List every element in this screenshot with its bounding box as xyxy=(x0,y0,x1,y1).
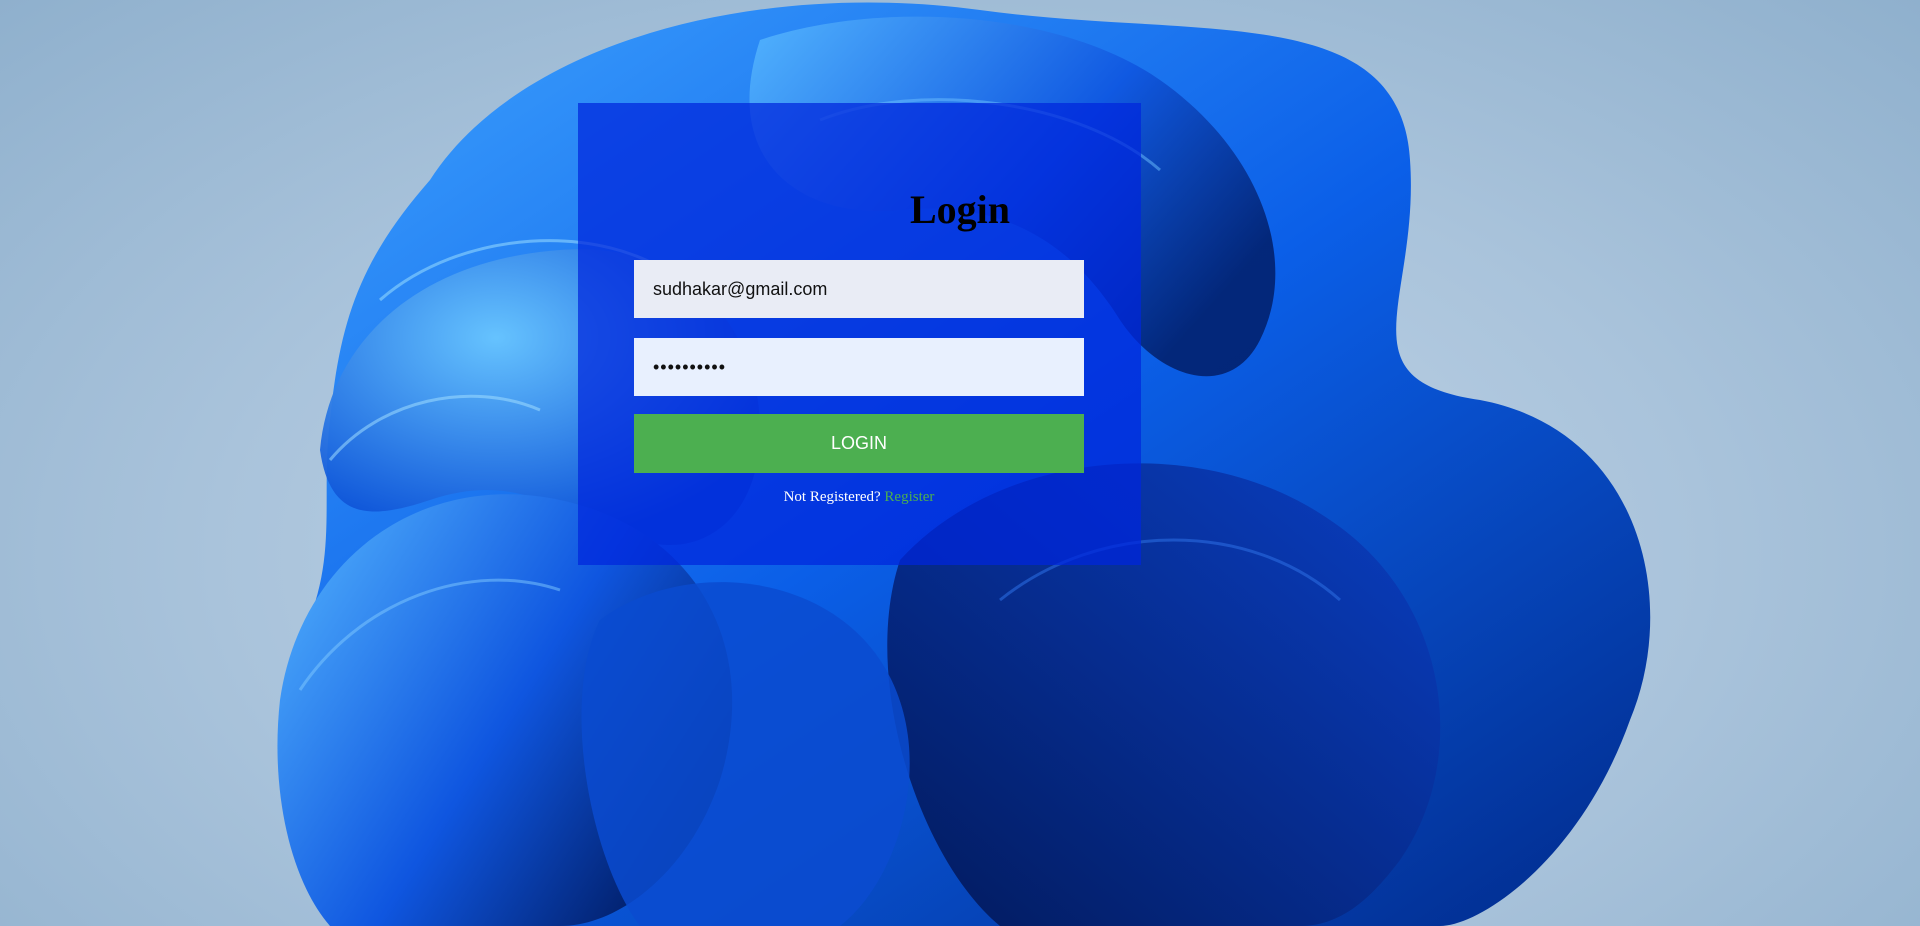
register-prompt-line: Not Registered? Register xyxy=(634,489,1084,506)
login-button[interactable]: LOGIN xyxy=(634,414,1084,473)
register-prompt-text: Not Registered? xyxy=(783,489,881,505)
password-field[interactable] xyxy=(634,338,1084,396)
email-field[interactable] xyxy=(634,260,1084,318)
register-link[interactable]: Register xyxy=(884,489,934,505)
login-title: Login xyxy=(909,187,1011,232)
